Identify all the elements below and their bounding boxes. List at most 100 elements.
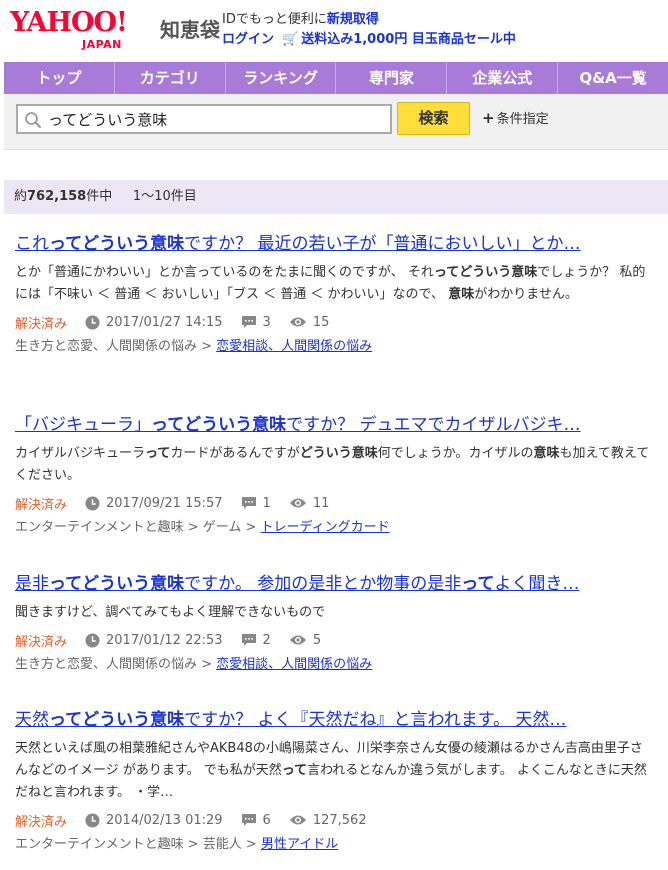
result-category: エンターテインメントと趣味 > ゲーム > トレーディングカード: [15, 517, 655, 539]
desc-text: カイザルバジキューラ: [15, 446, 146, 461]
category-link[interactable]: トレーディングカード: [261, 520, 390, 535]
title-text: ですか？ よく『天然だね』と言われます。 天然…: [184, 710, 567, 730]
result-meta: 解決済み 2014/02/13 01:29 6 127,562: [15, 808, 655, 832]
result-title-link[interactable]: 是非ってどういう意味ですか。 参加の是非とか物事の是非ってよく聞き…: [15, 572, 655, 596]
title-text: ですか。 参加の是非とか物事の是非: [184, 574, 462, 594]
nav-item-ranking[interactable]: ランキング: [224, 62, 336, 94]
answer-count: 2: [262, 632, 271, 648]
date-info: 2017/09/21 15:57: [85, 496, 223, 511]
result-meta: 解決済み 2017/09/21 15:57 1 11: [15, 491, 655, 515]
nav-item-top[interactable]: トップ: [4, 62, 114, 94]
count-range: 1〜10件目: [132, 189, 197, 204]
nav-item-category[interactable]: カテゴリ: [113, 62, 225, 94]
clock-icon: [85, 632, 100, 648]
search-input[interactable]: ってどういう意味: [16, 104, 392, 134]
login-link[interactable]: ログイン: [222, 32, 274, 47]
result-count-bar: 約762,158件中 1〜10件目: [4, 180, 668, 214]
category-link[interactable]: 恋愛相談、人間関係の悩み: [216, 657, 372, 672]
count-prefix: 約: [14, 189, 28, 204]
result-description: カイザルバジキューラってカードがあるんですがどういう意味何でしょうか。カイザルの…: [15, 443, 655, 487]
search-area: ってどういう意味 検索 + 条件指定: [4, 94, 668, 150]
status-badge: 解決済み: [15, 316, 68, 332]
search-icon: [25, 112, 41, 128]
result-description: 聞きますけど、調べてみてもよく理解できないもので: [15, 602, 655, 624]
post-date: 2017/01/27 14:15: [106, 314, 223, 330]
answer-count-info: 1: [241, 496, 271, 511]
title-highlight: ってどういう意味: [151, 415, 287, 435]
category-path: エンターテインメントと趣味 > ゲーム >: [15, 520, 257, 535]
result-title-link[interactable]: 「バジキューラ」ってどういう意味ですか？ デュエマでカイザルバジキ…: [15, 413, 655, 437]
logo-service-name: 知恵袋: [160, 18, 220, 42]
answer-count-info: 3: [241, 315, 271, 330]
view-count: 15: [312, 314, 330, 330]
cart-icon: 🛒: [282, 32, 299, 47]
category-link[interactable]: 恋愛相談、人間関係の悩み: [216, 339, 372, 354]
comment-icon: [241, 316, 256, 328]
eye-icon: [289, 815, 306, 825]
view-count-info: 11: [289, 496, 329, 511]
result-title-link[interactable]: 天然ってどういう意味ですか？ よく『天然だね』と言われます。 天然…: [15, 708, 655, 732]
post-date: 2014/02/13 01:29: [106, 812, 223, 828]
main-nav: トップ カテゴリ ランキング 専門家 企業公式 Q&A一覧: [4, 62, 668, 94]
title-text: 天然: [15, 710, 49, 730]
result-item: 「バジキューラ」ってどういう意味ですか？ デュエマでカイザルバジキ… カイザルバ…: [15, 413, 655, 539]
result-description: 天然といえば風の相葉雅紀さんやAKB48の小嶋陽菜さん、川栄李奈さん女優の綾瀬は…: [15, 738, 655, 804]
title-text: よく聞き…: [494, 574, 580, 594]
logo-japan-text: JAPAN: [82, 38, 122, 51]
eye-icon: [289, 498, 306, 508]
logo-yahoo-text: YAHOO!: [10, 7, 128, 38]
desc-text: カードがあるんですが: [170, 446, 300, 461]
date-info: 2017/01/27 14:15: [85, 315, 223, 330]
title-text: ですか？ デュエマでカイザルバジキ…: [286, 415, 581, 435]
comment-icon: [241, 814, 256, 826]
view-count-info: 15: [289, 314, 330, 330]
view-count: 5: [312, 632, 322, 648]
result-meta: 解決済み 2017/01/27 14:15 3 15: [15, 310, 655, 334]
category-path: エンターテインメントと趣味 > 芸能人 >: [15, 837, 257, 852]
date-info: 2017/01/12 22:53: [85, 633, 223, 648]
title-highlight: ってどういう意味: [49, 574, 185, 594]
category-path: 生き方と恋愛、人間関係の悩み >: [15, 339, 213, 354]
yahoo-chiebukuro-logo[interactable]: YAHOO! JAPAN 知恵袋: [10, 7, 220, 52]
comment-icon: [241, 497, 256, 509]
title-text: 「バジキューラ」: [15, 415, 151, 435]
title-highlight: ってどういう意味: [49, 710, 185, 730]
status-badge: 解決済み: [15, 634, 68, 650]
comment-icon: [241, 634, 256, 646]
desc-text: 聞きますけど、調べてみてもよく理解できないもので: [15, 605, 326, 620]
desc-text: とか「普通にかわいい」とか言っているのをたまに聞くのですが、 それ: [15, 265, 434, 280]
answer-count: 6: [262, 812, 271, 828]
register-link[interactable]: 新規取得: [327, 12, 379, 27]
title-text: これ: [15, 234, 49, 254]
desc-text: 何でしょうか。カイザルの: [377, 446, 534, 461]
desc-text: がわかりません。: [474, 287, 578, 302]
nav-item-official[interactable]: 企業公式: [446, 62, 557, 94]
title-highlight: って: [461, 574, 495, 594]
result-meta: 解決済み 2017/01/12 22:53 2 5: [15, 628, 655, 652]
nav-item-qa-list[interactable]: Q&A一覧: [557, 62, 668, 94]
desc-highlight: ってどういう意味: [433, 265, 538, 280]
clock-icon: [85, 495, 100, 511]
search-query-text: ってどういう意味: [48, 111, 168, 129]
result-description: とか「普通にかわいい」とか言っているのをたまに聞くのですが、 それってどういう意…: [15, 262, 655, 306]
result-item: これってどういう意味ですか？ 最近の若い子が「普通においしい」とか… とか「普通…: [15, 232, 655, 358]
category-path: 生き方と恋愛、人間関係の悩み >: [15, 657, 213, 672]
post-date: 2017/09/21 15:57: [106, 495, 223, 511]
result-category: エンターテインメントと趣味 > 芸能人 > 男性アイドル: [15, 834, 655, 856]
result-title-link[interactable]: これってどういう意味ですか？ 最近の若い子が「普通においしい」とか…: [15, 232, 655, 256]
answer-count-info: 2: [241, 633, 271, 648]
advanced-search-label: 条件指定: [496, 112, 549, 127]
desc-highlight: どういう意味: [299, 446, 378, 461]
promo-link[interactable]: 送料込み1,000円 目玉商品セール中: [301, 32, 516, 47]
id-prefix-text: IDでもっと便利に: [222, 12, 327, 27]
date-info: 2014/02/13 01:29: [85, 813, 223, 828]
plus-icon: +: [482, 109, 495, 127]
desc-highlight: って: [281, 763, 308, 778]
category-link[interactable]: 男性アイドル: [261, 837, 338, 852]
header-links: IDでもっと便利に新規取得 ログイン 🛒 送料込み1,000円 目玉商品セール中: [222, 10, 516, 50]
search-button[interactable]: 検索: [397, 102, 470, 135]
advanced-search-link[interactable]: + 条件指定: [482, 108, 549, 127]
nav-item-expert[interactable]: 専門家: [335, 62, 446, 94]
eye-icon: [289, 317, 306, 327]
view-count-info: 5: [289, 633, 321, 648]
